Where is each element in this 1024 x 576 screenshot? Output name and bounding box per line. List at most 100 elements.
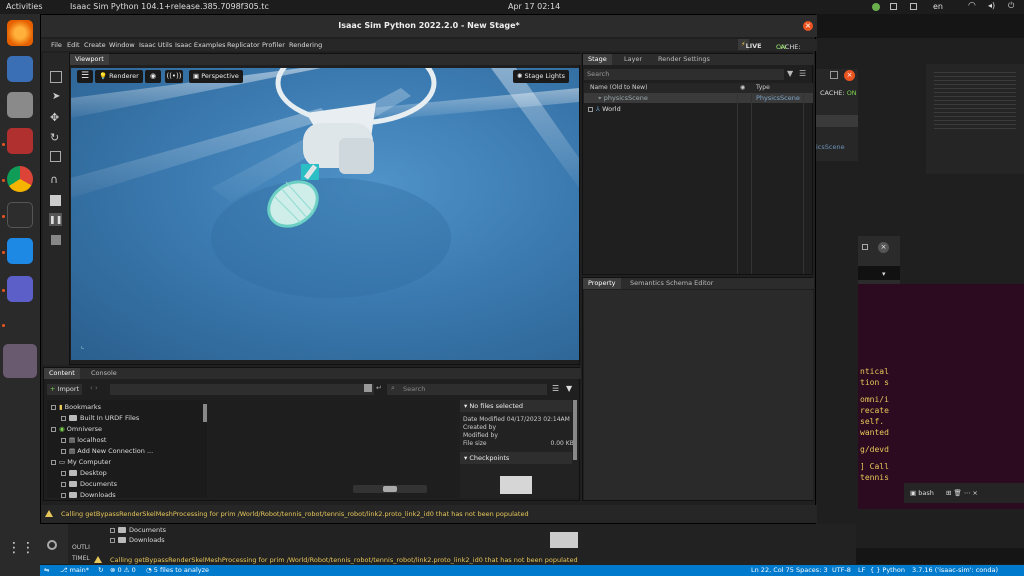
tab-stage[interactable]: Stage [583,54,612,65]
thunderbird-icon[interactable] [7,56,33,82]
menu-create[interactable]: Create [84,41,106,49]
audio-icon[interactable]: ((•)) [165,70,183,83]
bg-tree-downloads[interactable]: Downloads [129,536,165,544]
status-text[interactable]: Calling getBypassRenderSkelMeshProcessin… [61,510,529,518]
indentation[interactable]: Spaces: 3 [796,565,828,576]
stage-row-physics[interactable]: ⌖ physicsScene PhysicsScene [584,93,813,103]
clock[interactable]: Apr 17 02:14 [508,2,560,11]
tree-my-computer[interactable]: My Computer [67,458,111,466]
info-scrollbar[interactable] [573,400,577,460]
play-tool-icon[interactable] [50,195,61,206]
activities-button[interactable]: Activities [6,2,43,11]
tab-layer[interactable]: Layer [619,54,647,65]
scale-tool-icon[interactable] [50,151,61,162]
firefox-icon[interactable] [7,20,33,46]
wifi-icon[interactable]: ◠ [968,1,976,11]
path-go-icon[interactable]: ↵ [376,384,382,392]
tab-render-settings[interactable]: Render Settings [653,54,715,65]
eye-icon[interactable]: ◉ [145,70,161,83]
stage-row-world[interactable]: ⅄ World [584,104,813,114]
stop-icon[interactable] [51,235,61,245]
tree-omniverse[interactable]: Omniverse [67,425,102,433]
viewport-settings-icon[interactable]: ☰ [77,70,93,83]
stage-lights-button[interactable]: ✺ Stage Lights [513,70,569,83]
language-indicator[interactable]: en [933,2,943,11]
path-dropdown-icon[interactable] [364,384,372,392]
maximize-icon[interactable] [830,71,838,79]
menu-rendering[interactable]: Rendering [289,41,322,49]
panel-close-icon[interactable]: × [972,489,977,497]
menu-profiler[interactable]: Profiler [262,41,285,49]
pointer-tool-icon[interactable]: ➤ [52,91,60,102]
trash-icon[interactable]: 🗑 [953,489,961,497]
tab-semantics-editor[interactable]: Semantics Schema Editor [625,278,718,289]
outline-label[interactable]: OUTLI [72,544,90,551]
tab-content[interactable]: Content [44,368,80,379]
app-icon[interactable] [7,128,33,154]
back-icon[interactable]: ‹ › [90,384,98,392]
bg-maximize-icon[interactable] [862,244,868,250]
import-button[interactable]: + Import [47,384,83,395]
tree-bookmarks[interactable]: Bookmarks [65,403,101,411]
col-type[interactable]: Type [756,83,770,93]
expand-icon[interactable] [588,106,593,112]
interpreter[interactable]: 3.7.16 ('isaac-sim': conda) [912,565,998,576]
filter-icon[interactable]: ▼ [787,69,793,78]
rotate-tool-icon[interactable]: ↻ [50,131,59,144]
menu-window[interactable]: Window [109,41,135,49]
window-title[interactable]: Isaac Sim Python 2022.2.0 - New Stage* [41,15,817,37]
col-visibility-icon[interactable]: ◉ [740,83,745,93]
eol[interactable]: LF [858,565,865,576]
remote-icon[interactable]: ⇋ [44,565,49,576]
snap-tool-icon[interactable]: ∩ [50,173,58,186]
encoding[interactable]: UTF-8 [832,565,851,576]
perspective-button[interactable]: ▣ Perspective [189,70,243,83]
keyboard-icon[interactable] [910,3,917,10]
bash-tab[interactable]: bash [918,489,934,497]
menu-edit[interactable]: Edit [67,41,80,49]
more-icon[interactable]: ⋯ [964,489,971,497]
language-mode[interactable]: { } Python [870,565,905,576]
zoom-slider-handle[interactable] [383,486,397,492]
teams-icon[interactable] [7,276,33,302]
active-app-title[interactable]: Isaac Sim Python 104.1+release.385.7098f… [70,2,269,11]
bg-close-icon[interactable]: × [878,242,889,253]
tab-console[interactable]: Console [86,368,122,379]
live-button[interactable]: ⚡ LIVE [738,39,762,50]
tree-scrollbar[interactable] [203,404,207,422]
content-search-input[interactable]: Search [387,384,547,395]
problems-indicator[interactable]: ⊗ 0 ⚠ 0 [110,565,136,576]
zoom-slider[interactable] [353,485,427,493]
show-apps-icon[interactable]: ⋮⋮ [7,540,35,566]
menu-isaac-utils[interactable]: Isaac Utils [139,41,172,49]
tab-viewport[interactable]: Viewport [70,54,109,65]
path-input[interactable] [110,384,374,395]
volume-icon[interactable]: ◂) [988,1,995,10]
checkpoints-arrow-icon[interactable]: ▾ [464,454,467,462]
settings-icon[interactable] [47,540,57,550]
pause-icon[interactable]: ❚❚ [49,213,62,226]
git-branch[interactable]: ⎇ main* [60,565,89,576]
tree-urdf[interactable]: Built In URDF Files [80,414,139,422]
analyze-status[interactable]: ◔ 5 files to analyze [146,565,209,576]
timeline-label[interactable]: TIMEL [72,555,90,562]
tab-property[interactable]: Property [583,278,621,289]
menu-isaac-examples[interactable]: Isaac Examples [175,41,226,49]
content-filter-icon[interactable]: ▼ [566,384,572,393]
tree-documents[interactable]: Documents [80,480,117,488]
indicator-icon[interactable] [890,3,897,10]
move-tool-icon[interactable]: ✥ [50,111,59,124]
sync-icon[interactable]: ↻ [98,565,103,576]
isaac-sim-icon[interactable] [3,344,37,378]
menu-replicator[interactable]: Replicator [227,41,260,49]
terminal-icon[interactable] [7,202,33,228]
viewport-canvas[interactable]: ☰ 💡 Renderer ◉ ((•)) ▣ Perspective ✺ Sta… [71,68,579,360]
tree-downloads[interactable]: Downloads [80,491,116,499]
dropdown-icon[interactable]: ▾ [882,270,886,278]
window-close-icon[interactable]: × [803,21,813,31]
stage-menu-icon[interactable]: ☰ [799,69,806,78]
collapse-icon[interactable] [51,404,56,410]
list-view-icon[interactable]: ☰ [552,384,559,393]
tree-add-connection[interactable]: Add New Connection ... [77,447,153,455]
tree-localhost[interactable]: localhost [77,436,106,444]
